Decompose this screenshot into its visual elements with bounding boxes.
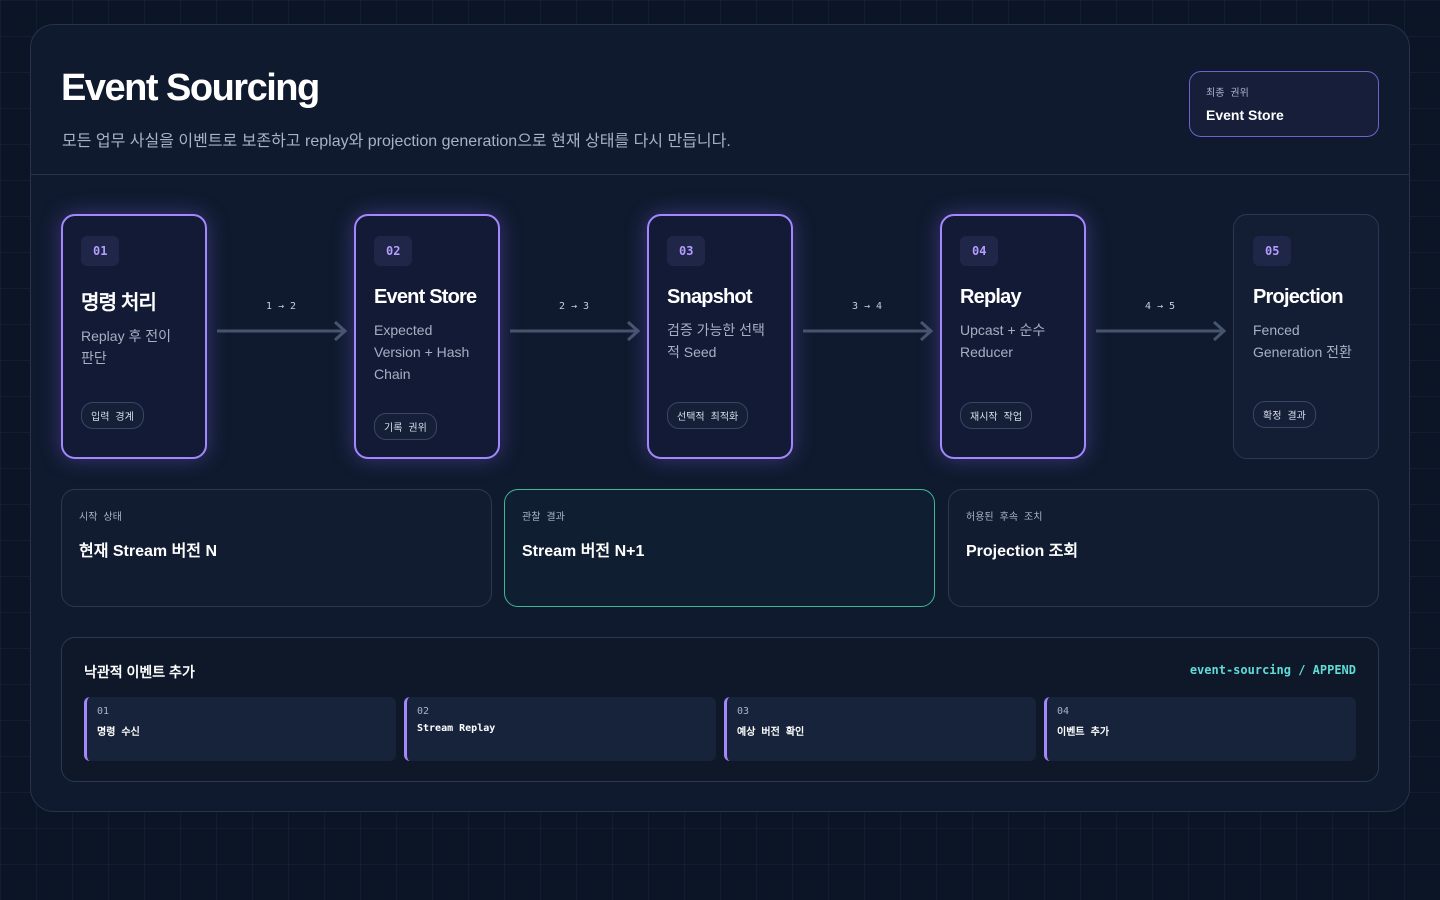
append-step-label: 명령 수신 <box>97 727 140 738</box>
step-card-event-store[interactable]: 02 Event Store Expected Version + Hash C… <box>354 214 500 459</box>
state-card-followup: 허용된 후속 조치 Projection 조회 <box>948 489 1379 607</box>
append-step: 03 예상 버전 확인 <box>724 697 1036 761</box>
connector-label: 3 → 4 <box>851 301 883 312</box>
step-card-replay[interactable]: 04 Replay Upcast + 순수 Reducer 재시작 작업 <box>940 214 1086 459</box>
state-label: 시작 상태 <box>79 512 122 523</box>
state-value: 현재 Stream 버전 N <box>79 543 218 560</box>
arrow-right-icon <box>803 321 934 341</box>
connector-3-4: 3 → 4 <box>797 301 937 341</box>
step-description: Expected Version + Hash Chain <box>374 322 470 382</box>
main-panel: Event Sourcing 모든 업무 사실을 이벤트로 보존하고 repla… <box>30 24 1410 812</box>
authority-value: Event Store <box>1206 107 1284 123</box>
step-number: 05 <box>1253 236 1292 266</box>
step-number: 01 <box>81 236 120 266</box>
state-value: Projection 조회 <box>966 543 1079 560</box>
step-name: Snapshot <box>667 286 753 308</box>
state-card-start: 시작 상태 현재 Stream 버전 N <box>61 489 492 607</box>
step-tag: 확정 결과 <box>1253 401 1316 428</box>
step-number: 04 <box>960 236 999 266</box>
state-label: 허용된 후속 조치 <box>966 512 1043 523</box>
append-step: 01 명령 수신 <box>84 697 396 761</box>
header: Event Sourcing 모든 업무 사실을 이벤트로 보존하고 repla… <box>31 25 1409 175</box>
state-card-observed: 관찰 결과 Stream 버전 N+1 <box>504 489 935 607</box>
connector-4-5: 4 → 5 <box>1090 301 1230 341</box>
step-description: Fenced Generation 전환 <box>1253 322 1352 360</box>
append-step-label: 이벤트 추가 <box>1057 727 1110 738</box>
append-step: 04 이벤트 추가 <box>1044 697 1356 761</box>
step-tag: 기록 권위 <box>374 413 437 440</box>
step-description: Replay 후 전이 판단 <box>81 328 171 366</box>
step-card-snapshot[interactable]: 03 Snapshot 검증 가능한 선택적 Seed 선택적 최적화 <box>647 214 793 459</box>
step-card-command[interactable]: 01 명령 처리 Replay 후 전이 판단 입력 경계 <box>61 214 207 459</box>
connector-label: 4 → 5 <box>1144 301 1176 312</box>
append-section: 낙관적 이벤트 추가 event-sourcing / APPEND 01 명령… <box>61 637 1379 782</box>
arrow-right-icon <box>510 321 641 341</box>
step-name: Event Store <box>374 286 477 308</box>
page-title: Event Sourcing <box>61 67 320 109</box>
connector-label: 1 → 2 <box>265 301 297 312</box>
authority-badge: 최종 권위 Event Store <box>1189 71 1379 137</box>
append-step-number: 01 <box>97 706 110 717</box>
connector-1-2: 1 → 2 <box>211 301 351 341</box>
state-label: 관찰 결과 <box>522 512 565 523</box>
step-tag: 선택적 최적화 <box>667 402 749 429</box>
connector-2-3: 2 → 3 <box>504 301 644 341</box>
append-step-number: 03 <box>737 706 750 717</box>
step-name: Projection <box>1253 286 1344 308</box>
step-description: 검증 가능한 선택적 Seed <box>667 322 765 360</box>
state-value: Stream 버전 N+1 <box>522 543 645 560</box>
step-card-projection[interactable]: 05 Projection Fenced Generation 전환 확정 결과 <box>1233 214 1379 459</box>
step-number: 03 <box>667 236 706 266</box>
authority-label: 최종 권위 <box>1206 88 1249 99</box>
step-name: 명령 처리 <box>81 292 157 314</box>
step-description: Upcast + 순수 Reducer <box>960 322 1046 360</box>
step-number: 02 <box>374 236 413 266</box>
step-tag: 입력 경계 <box>81 402 144 429</box>
append-step: 02 Stream Replay <box>404 697 716 761</box>
append-path: event-sourcing / APPEND <box>1189 663 1356 677</box>
append-title: 낙관적 이벤트 추가 <box>84 664 195 680</box>
page-subtitle: 모든 업무 사실을 이벤트로 보존하고 replay와 projection g… <box>62 133 731 150</box>
arrow-right-icon <box>217 321 348 341</box>
append-step-label: 예상 버전 확인 <box>737 727 805 738</box>
append-step-number: 04 <box>1057 706 1070 717</box>
step-tag: 재시작 작업 <box>960 402 1033 429</box>
append-step-number: 02 <box>417 706 430 717</box>
append-step-label: Stream Replay <box>417 723 496 734</box>
step-name: Replay <box>960 286 1022 308</box>
arrow-right-icon <box>1096 321 1227 341</box>
connector-label: 2 → 3 <box>558 301 590 312</box>
